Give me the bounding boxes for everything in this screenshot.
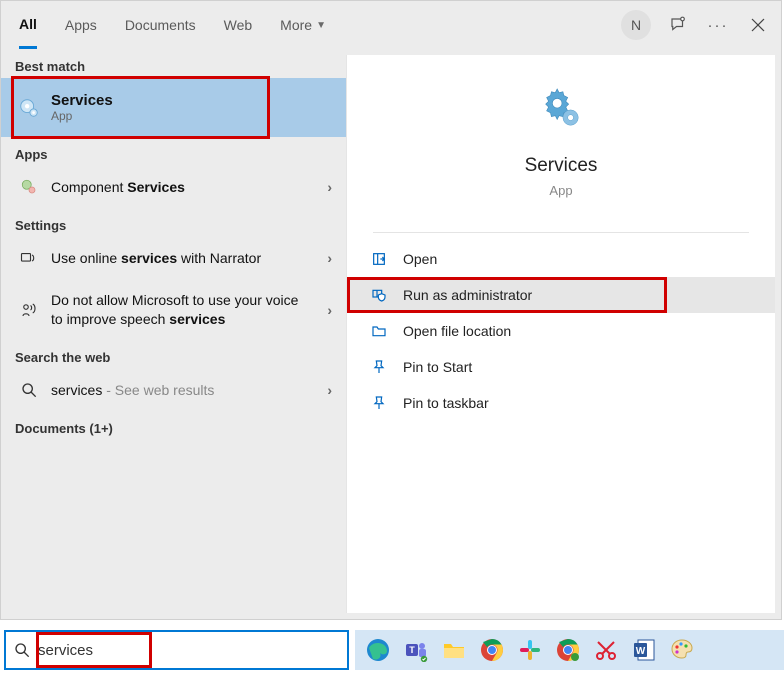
results-column: Best match Services App Apps Component S… [1, 49, 346, 619]
gear-icon [15, 97, 43, 119]
settings-result-label: Do not allow Microsoft to use your voice… [51, 291, 311, 327]
narrator-icon [15, 249, 43, 267]
settings-result-label: Use online services with Narrator [51, 249, 261, 267]
taskbar: T W [355, 630, 784, 670]
preview-panel: Services App Open Run as administrator [346, 55, 775, 613]
speech-icon [15, 301, 43, 319]
close-icon[interactable] [741, 8, 775, 42]
gear-icon [538, 85, 584, 131]
chevron-right-icon: › [327, 302, 332, 318]
chevron-right-icon: › [327, 382, 332, 398]
search-icon [6, 642, 38, 658]
section-best-match: Best match [1, 49, 346, 78]
best-match-item[interactable]: Services App [1, 78, 346, 137]
action-open[interactable]: Open [347, 241, 775, 277]
svg-text:W: W [636, 646, 646, 657]
taskbar-teams-icon[interactable]: T [401, 635, 431, 665]
action-run-as-admin[interactable]: Run as administrator [347, 277, 775, 313]
tab-web[interactable]: Web [224, 1, 253, 49]
best-match-subtitle: App [51, 109, 113, 123]
pin-icon [367, 395, 391, 411]
bottom-strip: T W [0, 624, 784, 680]
settings-result-item[interactable]: Use online services with Narrator › [1, 237, 346, 279]
section-search-web: Search the web [1, 340, 346, 369]
feedback-icon[interactable] [661, 8, 695, 42]
settings-result-item[interactable]: Do not allow Microsoft to use your voice… [1, 279, 346, 339]
action-label: Pin to taskbar [403, 395, 489, 411]
section-settings: Settings [1, 208, 346, 237]
taskbar-explorer-icon[interactable] [439, 635, 469, 665]
section-apps: Apps [1, 137, 346, 166]
more-options-icon[interactable]: ··· [701, 8, 735, 42]
avatar[interactable]: N [621, 10, 651, 40]
action-label: Open file location [403, 323, 511, 339]
taskbar-slack-icon[interactable] [515, 635, 545, 665]
action-pin-taskbar[interactable]: Pin to taskbar [347, 385, 775, 421]
best-match-title: Services [51, 92, 113, 109]
action-pin-start[interactable]: Pin to Start [347, 349, 775, 385]
action-label: Run as administrator [403, 287, 532, 303]
open-icon [367, 251, 391, 267]
apps-result-label: Component Services [51, 178, 185, 196]
search-input[interactable] [38, 642, 347, 659]
gear-icon [15, 178, 43, 196]
pin-icon [367, 359, 391, 375]
chevron-down-icon: ▼ [316, 20, 326, 31]
search-box[interactable] [4, 630, 349, 670]
taskbar-word-icon[interactable]: W [629, 635, 659, 665]
preview-actions: Open Run as administrator Open file loca… [347, 241, 775, 421]
chevron-right-icon: › [327, 250, 332, 266]
chevron-right-icon: › [327, 179, 332, 195]
taskbar-snip-icon[interactable] [591, 635, 621, 665]
apps-result-item[interactable]: Component Services › [1, 166, 346, 208]
folder-icon [367, 323, 391, 339]
tab-all[interactable]: All [19, 1, 37, 49]
tab-more[interactable]: More ▼ [280, 1, 326, 49]
tab-documents[interactable]: Documents [125, 1, 196, 49]
web-result-label: services - See web results [51, 381, 214, 399]
taskbar-edge-icon[interactable] [363, 635, 393, 665]
section-documents: Documents (1+) [1, 411, 346, 440]
taskbar-chrome2-icon[interactable] [553, 635, 583, 665]
tab-more-label: More [280, 17, 312, 33]
divider [373, 232, 750, 233]
start-search-panel: All Apps Documents Web More ▼ N ··· Best… [0, 0, 782, 620]
admin-shield-icon [367, 287, 391, 303]
search-filter-tabs: All Apps Documents Web More ▼ N ··· [1, 1, 781, 49]
action-open-file-location[interactable]: Open file location [347, 313, 775, 349]
search-icon [15, 382, 43, 398]
svg-text:T: T [409, 645, 415, 655]
preview-title: Services [525, 155, 598, 177]
preview-subtitle: App [549, 183, 572, 198]
taskbar-chrome-icon[interactable] [477, 635, 507, 665]
tab-apps[interactable]: Apps [65, 1, 97, 49]
topbar-right-buttons: N ··· [621, 1, 775, 49]
taskbar-paint-icon[interactable] [667, 635, 697, 665]
web-result-item[interactable]: services - See web results › [1, 369, 346, 411]
action-label: Pin to Start [403, 359, 472, 375]
action-label: Open [403, 251, 437, 267]
annotation-highlight [11, 76, 270, 139]
